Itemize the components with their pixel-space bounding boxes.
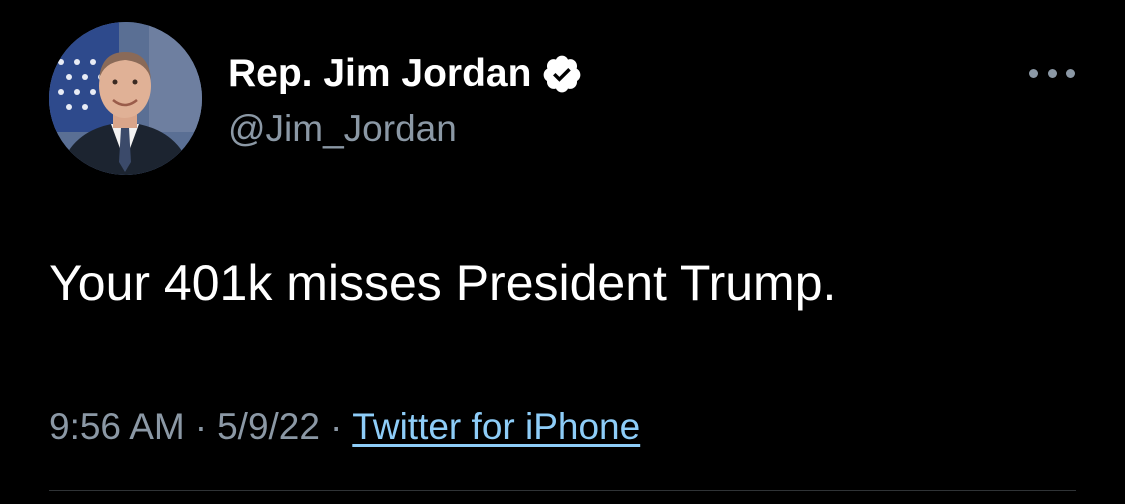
tweet-time[interactable]: 9:56 AM — [49, 406, 185, 447]
author-name-row: Rep. Jim Jordan — [228, 50, 583, 98]
more-dot — [1029, 68, 1038, 78]
more-dot — [1066, 68, 1075, 78]
author-display-name[interactable]: Rep. Jim Jordan — [228, 50, 531, 98]
profile-photo — [49, 22, 202, 175]
tweet-text: Your 401k misses President Trump. — [49, 255, 837, 311]
verified-badge-icon — [541, 53, 583, 95]
author-handle[interactable]: @Jim_Jordan — [228, 106, 457, 152]
divider — [49, 490, 1076, 491]
meta-separator: · — [329, 406, 343, 447]
tweet-date[interactable]: 5/9/22 — [217, 406, 320, 447]
more-options-icon[interactable] — [1029, 62, 1075, 84]
tweet-meta: 9:56 AM · 5/9/22 · Twitter for iPhone — [49, 402, 640, 452]
tweet-source-link[interactable]: Twitter for iPhone — [352, 406, 640, 447]
more-dot — [1047, 68, 1057, 78]
meta-separator: · — [194, 406, 208, 447]
author-avatar[interactable] — [49, 22, 202, 175]
